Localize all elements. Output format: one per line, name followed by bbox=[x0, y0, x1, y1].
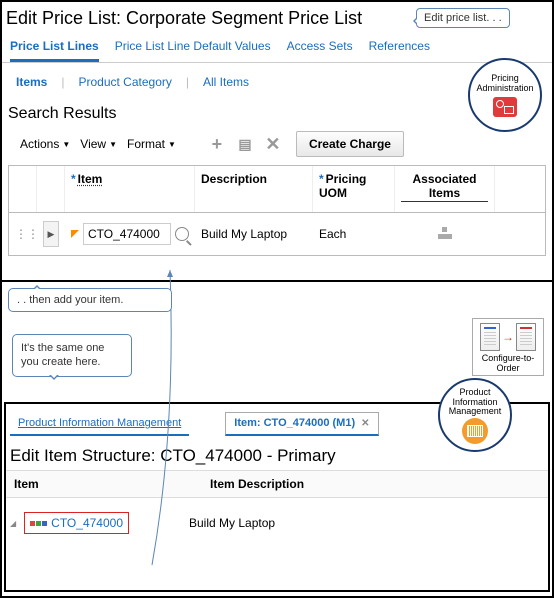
tab-item[interactable]: Item: CTO_474000 (M1) ✕ bbox=[225, 412, 378, 436]
col-description[interactable]: Description bbox=[195, 166, 313, 212]
configure-to-order-chip: → Configure-to-Order bbox=[472, 318, 544, 376]
subtab-all-items[interactable]: All Items bbox=[197, 73, 255, 91]
cto-label: Configure-to-Order bbox=[475, 353, 541, 373]
doc-icon bbox=[516, 323, 536, 351]
doc-icon bbox=[480, 323, 500, 351]
cell-item-description: Build My Laptop bbox=[189, 516, 275, 530]
view-menu[interactable]: View▼ bbox=[80, 137, 117, 151]
col-item-description[interactable]: Item Description bbox=[202, 471, 548, 497]
cell-description: Build My Laptop bbox=[195, 219, 313, 249]
actions-menu[interactable]: Actions▼ bbox=[20, 137, 70, 151]
barcode-icon bbox=[462, 420, 488, 442]
table-header: *Item Description *Pricing UOM Associate… bbox=[9, 166, 545, 213]
caret-down-icon: ▼ bbox=[109, 140, 117, 149]
close-icon[interactable]: ✕ bbox=[361, 418, 369, 429]
item-input[interactable] bbox=[83, 223, 171, 245]
associated-items-icon[interactable] bbox=[395, 218, 495, 250]
expand-row-button[interactable]: ▶ bbox=[43, 221, 59, 247]
callout-add-item: . . then add your item. bbox=[8, 288, 172, 312]
caret-down-icon: ▼ bbox=[168, 140, 176, 149]
subtab-items[interactable]: Items bbox=[10, 73, 53, 91]
collapse-icon[interactable]: ◢ bbox=[10, 519, 16, 528]
badge-pim: Product Information Management bbox=[438, 378, 512, 452]
format-menu[interactable]: Format▼ bbox=[127, 137, 176, 151]
item-link[interactable]: CTO_474000 bbox=[51, 516, 123, 530]
tab-access-sets[interactable]: Access Sets bbox=[287, 35, 353, 62]
add-icon[interactable]: + bbox=[208, 135, 226, 153]
tab-price-list-lines[interactable]: Price List Lines bbox=[10, 35, 99, 62]
divider: | bbox=[61, 75, 64, 89]
row-handle-icon[interactable]: ⋮⋮ bbox=[9, 219, 37, 249]
callout-same-item: It's the same one you create here. bbox=[12, 334, 132, 377]
search-icon[interactable] bbox=[175, 227, 189, 241]
divider: | bbox=[186, 75, 189, 89]
structure-row: ◢ CTO_474000 Build My Laptop bbox=[6, 498, 548, 540]
pricing-icon bbox=[492, 96, 518, 118]
delete-icon[interactable]: ✕ bbox=[264, 135, 282, 153]
col-item[interactable]: *Item bbox=[65, 166, 195, 212]
badge-pricing-admin: Pricing Administration bbox=[468, 58, 542, 132]
col-pricing-uom[interactable]: *Pricing UOM bbox=[313, 166, 395, 212]
cell-uom: Each bbox=[313, 219, 395, 249]
highlighted-item: CTO_474000 bbox=[24, 512, 129, 534]
badge-pim-label: Product Information Management bbox=[440, 388, 510, 418]
caret-down-icon: ▼ bbox=[62, 140, 70, 149]
tab-pim[interactable]: Product Information Management bbox=[10, 413, 189, 436]
structure-icon bbox=[30, 521, 47, 526]
callout-edit-price-list: Edit price list. . . bbox=[416, 8, 510, 28]
status-flag-icon bbox=[71, 230, 79, 238]
create-charge-button[interactable]: Create Charge bbox=[296, 131, 404, 157]
subtab-product-category[interactable]: Product Category bbox=[72, 73, 177, 91]
col-associated-items[interactable]: Associated Items bbox=[395, 166, 495, 212]
main-tabs: Price List Lines Price List Line Default… bbox=[2, 33, 552, 63]
tab-references[interactable]: References bbox=[369, 35, 430, 62]
col-item[interactable]: Item bbox=[6, 471, 202, 497]
badge-pricing-label: Pricing Administration bbox=[470, 73, 540, 93]
table-toolbar: Actions▼ View▼ Format▼ + ▤ ✕ Create Char… bbox=[2, 127, 552, 165]
table-row: ⋮⋮ ▶ Build My Laptop Each bbox=[9, 213, 545, 255]
arrow-right-icon: → bbox=[502, 330, 514, 344]
items-table: *Item Description *Pricing UOM Associate… bbox=[8, 165, 546, 256]
tab-default-values[interactable]: Price List Line Default Values bbox=[115, 35, 271, 62]
detach-icon[interactable]: ▤ bbox=[236, 135, 254, 153]
structure-table-header: Item Item Description bbox=[6, 470, 548, 498]
